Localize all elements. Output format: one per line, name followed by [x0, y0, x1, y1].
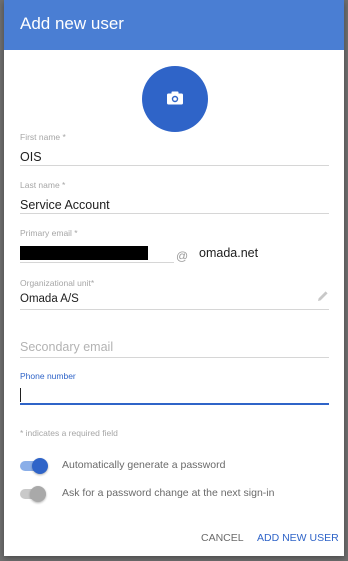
org-unit-value: Omada A/S	[20, 293, 79, 305]
phone-number-underline	[20, 403, 329, 405]
phone-number-field[interactable]: Phone number	[20, 371, 329, 405]
text-cursor	[20, 388, 21, 402]
secondary-email-field[interactable]: Secondary email	[20, 336, 329, 358]
primary-email-label: Primary email *	[20, 228, 78, 238]
auto-password-toggle-row[interactable]: Automatically generate a password	[20, 456, 330, 476]
dialog-header: Add new user	[4, 0, 344, 50]
camera-icon	[167, 91, 183, 105]
required-note: * indicates a required field	[20, 428, 118, 438]
auto-password-label: Automatically generate a password	[62, 459, 226, 471]
first-name-field[interactable]: First name * OIS	[20, 132, 329, 166]
avatar-upload-button[interactable]	[142, 66, 208, 132]
secondary-email-underline	[20, 357, 329, 358]
last-name-input[interactable]: Service Account	[20, 198, 110, 212]
primary-email-field[interactable]: Primary email * @ omada.net	[20, 228, 329, 264]
first-name-label: First name *	[20, 132, 66, 142]
first-name-underline	[20, 165, 329, 166]
add-new-user-button[interactable]: ADD NEW USER	[257, 532, 339, 544]
phone-number-label: Phone number	[20, 371, 76, 381]
email-domain: omada.net	[199, 246, 259, 260]
org-unit-field[interactable]: Organizational unit* Omada A/S	[20, 278, 329, 312]
primary-email-underline	[20, 262, 174, 263]
password-change-label: Ask for a password change at the next si…	[62, 487, 275, 499]
auto-password-toggle[interactable]	[32, 458, 48, 474]
add-user-dialog: Add new user First name * OIS Last name …	[4, 0, 344, 556]
org-unit-label: Organizational unit*	[20, 278, 95, 288]
at-sign: @	[176, 249, 189, 263]
password-change-toggle[interactable]	[30, 486, 46, 502]
last-name-underline	[20, 213, 329, 214]
password-change-toggle-row[interactable]: Ask for a password change at the next si…	[20, 484, 330, 504]
last-name-label: Last name *	[20, 180, 66, 190]
primary-email-input-redacted[interactable]	[20, 246, 148, 260]
org-unit-underline	[20, 309, 329, 310]
pencil-icon[interactable]	[317, 290, 329, 302]
secondary-email-input[interactable]: Secondary email	[20, 340, 113, 354]
first-name-input[interactable]: OIS	[20, 150, 42, 164]
dialog-title: Add new user	[20, 14, 124, 33]
last-name-field[interactable]: Last name * Service Account	[20, 180, 329, 214]
cancel-button[interactable]: CANCEL	[201, 532, 244, 544]
